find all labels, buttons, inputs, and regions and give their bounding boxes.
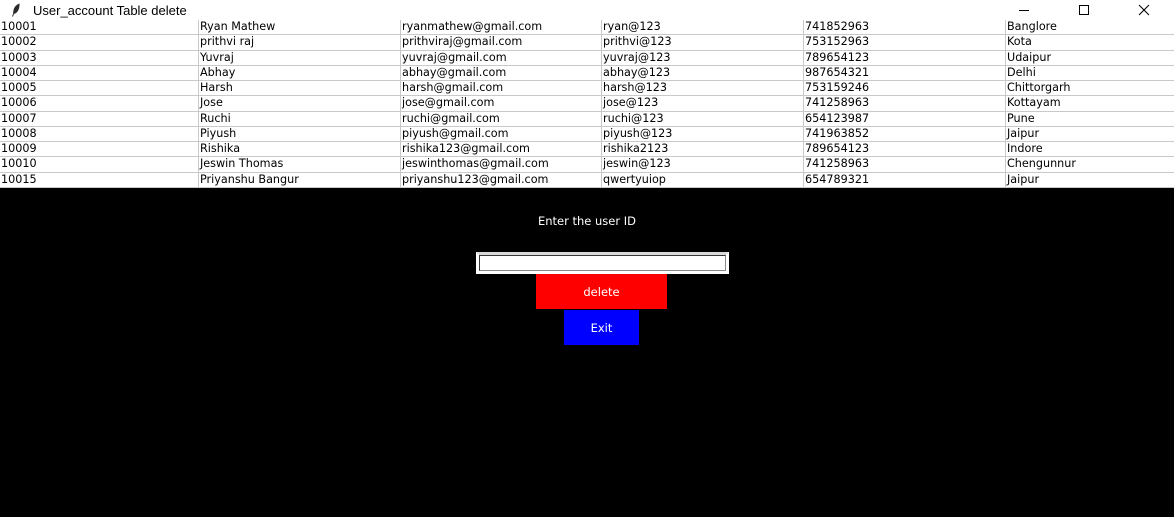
table-cell-city: Banglore (1006, 20, 1174, 36)
table-cell-name: Piyush (199, 126, 401, 143)
table-cell-phone: 654789321 (804, 172, 1006, 188)
table-cell-user-id: 10008 (0, 126, 199, 143)
user-id-prompt-label: Enter the user ID (537, 214, 637, 228)
table-cell-phone: 789654123 (804, 142, 1006, 158)
table-cell-user-id: 10001 (0, 20, 199, 36)
table-cell-city: Kota (1006, 35, 1174, 51)
table-cell-email: yuvraj@gmail.com (401, 50, 602, 66)
table-row: 10001 Ryan Mathew ryanmathew@gmail.com ryan… (0, 20, 1174, 36)
title-bar[interactable]: User_account Table delete (0, 0, 1174, 20)
window-controls (994, 0, 1174, 20)
table-cell-password: abhay@123 (602, 65, 804, 82)
table-cell-phone: 741258963 (804, 96, 1006, 112)
table-cell-phone: 789654123 (804, 50, 1006, 66)
feather-icon (9, 3, 23, 17)
table-cell-password: prithvi@123 (602, 35, 804, 51)
table-cell-city: Jaipur (1006, 127, 1174, 143)
table-cell-email: ruchi@gmail.com (401, 111, 602, 127)
table-cell-password: harsh@123 (602, 81, 804, 97)
table-cell-name: Yuvraj (199, 50, 401, 66)
table-cell-password: ruchi@123 (602, 111, 804, 127)
table-cell-password: jeswin@123 (602, 157, 804, 173)
table-cell-user-id: 10007 (0, 111, 199, 127)
user-id-input[interactable] (476, 252, 729, 274)
table-cell-phone: 753152963 (804, 35, 1006, 51)
table-cell-email: rishika123@gmail.com (401, 142, 602, 158)
table-row: 10002 prithvi raj prithviraj@gmail.com prit… (0, 35, 1174, 51)
table-cell-phone: 741852963 (804, 20, 1006, 36)
table-cell-phone: 654123987 (804, 111, 1006, 127)
table-row: 10007 Ruchi ruchi@gmail.com ruchi@123 654123… (0, 111, 1174, 127)
table-cell-phone: 741258963 (804, 157, 1006, 173)
table-cell-name: Abhay (199, 65, 401, 82)
maximize-button[interactable] (1054, 0, 1114, 20)
table-cell-email: jose@gmail.com (401, 96, 602, 112)
table-cell-email: jeswinthomas@gmail.com (401, 157, 602, 173)
user-account-table: 10001 Ryan Mathew ryanmathew@gmail.com ryan… (0, 20, 1174, 188)
table-cell-name: Rishika (199, 142, 401, 158)
table-cell-name: Ryan Mathew (199, 20, 401, 36)
table-cell-user-id: 10009 (0, 142, 199, 158)
minimize-button[interactable] (994, 0, 1054, 20)
close-button[interactable] (1114, 0, 1174, 20)
table-cell-phone: 987654321 (804, 65, 1006, 82)
table-cell-city: Pune (1006, 112, 1174, 127)
window-title: User_account Table delete (33, 2, 187, 18)
table-cell-password: yuvraj@123 (602, 50, 804, 66)
table-cell-name: Jose (199, 96, 401, 112)
table-cell-user-id: 10003 (0, 50, 199, 66)
table-cell-password: qwertyuiop (602, 172, 804, 188)
table-row: 10005 Harsh harsh@gmail.com harsh@123 753159… (0, 81, 1174, 97)
app-window: User_account Table delete 10001 Ryan Math… (0, 0, 1174, 517)
table-row: 10009 Rishika rishika123@gmail.com rishika2… (0, 142, 1174, 158)
exit-button[interactable]: Exit (564, 310, 639, 345)
table-row: 10015 Priyanshu Bangur priyanshu123@gmail.… (0, 172, 1174, 188)
delete-button[interactable]: delete (536, 274, 667, 309)
table-cell-user-id: 10005 (0, 81, 199, 97)
table-cell-email: piyush@gmail.com (401, 126, 602, 143)
table-cell-password: jose@123 (602, 96, 804, 112)
table-cell-user-id: 10015 (0, 172, 199, 188)
table-cell-name: Jeswin Thomas (199, 157, 401, 173)
table-cell-user-id: 10006 (0, 96, 199, 112)
table-cell-email: priyanshu123@gmail.com (401, 172, 602, 188)
table-cell-city: Indore (1006, 142, 1174, 158)
table-cell-name: prithvi raj (199, 35, 401, 51)
table-cell-user-id: 10010 (0, 157, 199, 173)
table-cell-password: rishika2123 (602, 142, 804, 158)
table-row: 10006 Jose jose@gmail.com jose@123 741258963… (0, 96, 1174, 112)
table-cell-city: Kottayam (1006, 96, 1174, 112)
table-cell-phone: 741963852 (804, 126, 1006, 143)
table-cell-password: ryan@123 (602, 20, 804, 36)
table-cell-user-id: 10004 (0, 65, 199, 82)
table-row: 10010 Jeswin Thomas jeswinthomas@gmail.com… (0, 157, 1174, 173)
table-cell-city: Delhi (1006, 66, 1174, 82)
minimize-icon (1019, 10, 1029, 11)
table-cell-city: Jaipur (1006, 173, 1174, 188)
table-cell-email: ryanmathew@gmail.com (401, 20, 602, 36)
table-row: 10004 Abhay abhay@gmail.com abhay@123 987654… (0, 65, 1174, 82)
table-cell-user-id: 10002 (0, 35, 199, 51)
table-row: 10003 Yuvraj yuvraj@gmail.com yuvraj@123 789… (0, 50, 1174, 66)
table-cell-city: Chengunnur (1006, 157, 1174, 173)
table-cell-name: Priyanshu Bangur (199, 172, 401, 188)
table-cell-password: piyush@123 (602, 126, 804, 143)
table-cell-city: Udaipur (1006, 51, 1174, 66)
table-row: 10008 Piyush piyush@gmail.com piyush@123 741… (0, 126, 1174, 143)
table-cell-email: prithviraj@gmail.com (401, 35, 602, 51)
table-cell-city: Chittorgarh (1006, 81, 1174, 97)
table-cell-name: Ruchi (199, 111, 401, 127)
table-cell-email: harsh@gmail.com (401, 81, 602, 97)
maximize-icon (1079, 5, 1089, 15)
table-cell-phone: 753159246 (804, 81, 1006, 97)
table-cell-email: abhay@gmail.com (401, 65, 602, 82)
table-cell-name: Harsh (199, 81, 401, 97)
close-icon (1138, 4, 1150, 16)
